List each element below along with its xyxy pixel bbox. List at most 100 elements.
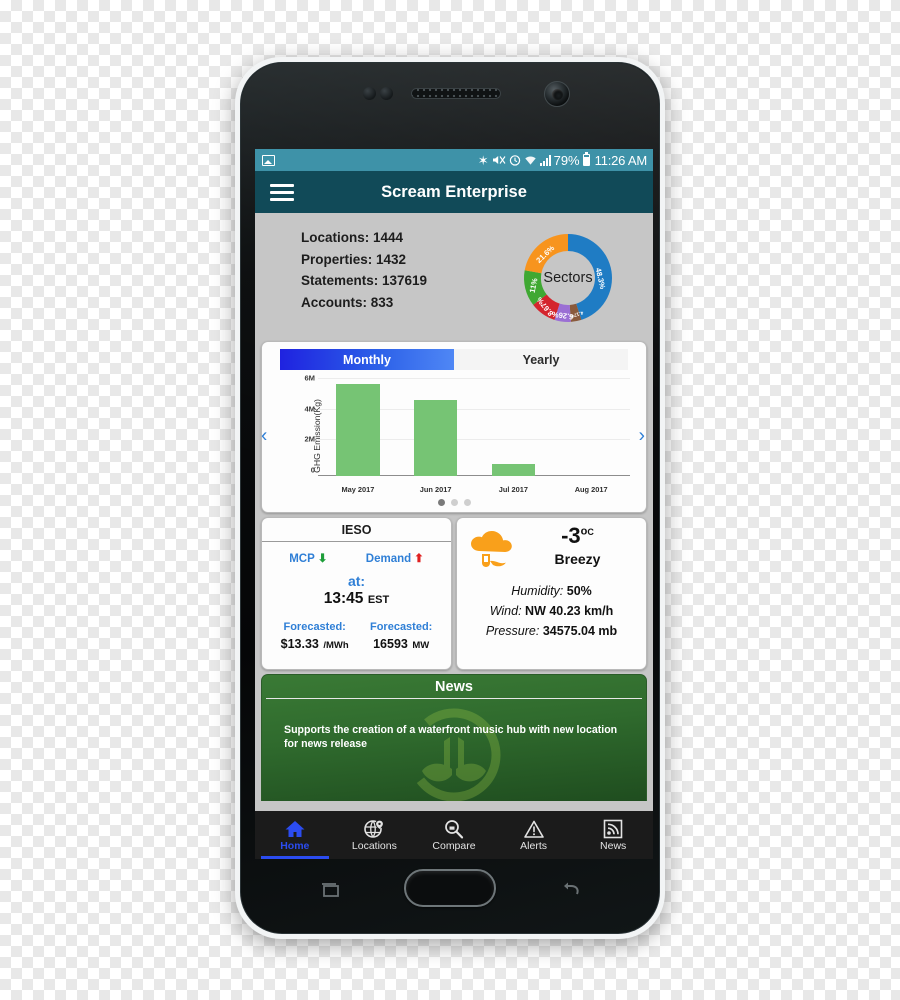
hamburger-line	[270, 190, 294, 194]
forecast-demand: Forecasted: 16593 MW	[370, 621, 432, 653]
x-label-may: May 2017	[341, 485, 375, 494]
bar-column-aug[interactable]	[552, 378, 630, 476]
status-left	[262, 154, 275, 166]
rss-icon	[603, 819, 623, 838]
hamburger-menu-icon[interactable]	[270, 180, 294, 205]
up-arrow-icon: ⬆	[414, 553, 424, 565]
bottom-navigation-bar: Home Locations Compare Alerts News	[255, 811, 653, 859]
page-title: Scream Enterprise	[381, 182, 527, 201]
x-label-aug: Aug 2017	[574, 485, 608, 494]
y-tick-0: 0	[310, 465, 315, 475]
nav-item-compare[interactable]: Compare	[414, 811, 494, 859]
down-arrow-icon: ⬇	[317, 553, 328, 565]
weather-readout: -3oC Breezy	[517, 523, 638, 568]
hamburger-line	[270, 183, 294, 187]
home-button[interactable]	[404, 869, 496, 907]
light-sensor-icon	[380, 87, 393, 100]
summary-stats-list: Locations: 1444 Properties: 1432 Stateme…	[255, 227, 427, 313]
app-bar: Scream Enterprise	[255, 171, 653, 213]
phone-device: ✶ 79% 11:26 AM Scream Enterprise Locatio…	[235, 57, 665, 939]
carousel-dot-3[interactable]	[463, 499, 471, 506]
carousel-next-arrow[interactable]: ›	[639, 427, 645, 446]
image-icon	[262, 154, 275, 166]
weather-temperature: -3oC	[561, 523, 594, 548]
signal-icon	[539, 154, 551, 166]
nav-label-home: Home	[280, 839, 310, 852]
phone-screen: ✶ 79% 11:26 AM Scream Enterprise Locatio…	[255, 149, 653, 859]
y-tick-4M: 4M	[304, 404, 315, 414]
magnifier-icon	[445, 819, 464, 838]
forecast-demand-value: 16593 MW	[373, 637, 430, 651]
stat-accounts: Accounts: 833	[301, 294, 394, 310]
bar-jul-2017	[491, 463, 536, 476]
nav-label-compare: Compare	[432, 839, 476, 852]
ghg-chart-card: Monthly Yearly GHG Emission(Kg) 0 2M 4M …	[261, 341, 647, 513]
news-body-text: Supports the creation of a waterfront mu…	[284, 724, 618, 750]
stat-statements: Statements: 137619	[301, 273, 428, 288]
nav-item-home[interactable]: Home	[255, 811, 335, 859]
bar-series	[319, 378, 630, 476]
stat-locations: Locations: 1444	[301, 230, 404, 245]
sectors-donut-chart[interactable]: 48.3% 21.6% 11% 8.67% 6.26% 4.17% Sector…	[513, 223, 623, 333]
front-camera-icon	[544, 81, 570, 107]
bar-column-jul[interactable]	[475, 378, 553, 476]
wifi-icon	[524, 155, 536, 165]
y-tick-2M: 2M	[304, 434, 315, 444]
home-icon	[285, 820, 305, 837]
stat-properties: Properties: 1432	[301, 251, 407, 267]
nav-item-news[interactable]: News	[573, 811, 653, 859]
weather-condition: Breezy	[554, 551, 601, 567]
carousel-dot-1[interactable]	[437, 499, 445, 506]
nav-item-locations[interactable]: Locations	[335, 811, 415, 859]
carousel-dots	[268, 499, 640, 506]
phone-body: ✶ 79% 11:26 AM Scream Enterprise Locatio…	[240, 62, 660, 934]
carousel-dot-2[interactable]	[450, 499, 458, 506]
clock-time: 11:26 AM	[594, 152, 648, 168]
recent-apps-icon[interactable]	[317, 880, 343, 905]
alarm-icon	[509, 155, 520, 166]
chart-period-tabs: Monthly Yearly	[280, 349, 628, 370]
weather-top: -3oC Breezy	[465, 525, 638, 578]
news-card[interactable]: News Supports the creation of a waterfro…	[261, 674, 647, 801]
nav-label-alerts: Alerts	[520, 839, 547, 852]
nav-item-alerts[interactable]: Alerts	[494, 811, 574, 859]
tab-monthly[interactable]: Monthly	[280, 349, 454, 370]
bar-jun-2017	[413, 400, 458, 476]
forecast-price-value: $13.33 /MWh	[280, 637, 349, 651]
x-label-jul: Jul 2017	[498, 485, 528, 494]
ieso-time: 13:45 EST	[270, 590, 443, 608]
ieso-forecast-row: Forecasted: $13.33 /MWh Forecasted: 1659…	[270, 621, 443, 653]
carousel-prev-arrow[interactable]: ‹	[261, 427, 267, 446]
ieso-title: IESO	[341, 523, 372, 537]
battery-percent: 79%	[553, 152, 580, 168]
battery-icon	[582, 152, 590, 166]
news-title: News	[435, 679, 473, 695]
ieso-metrics-row: MCP ⬇ Demand ⬆	[270, 551, 443, 565]
hamburger-line	[270, 197, 294, 201]
divider	[262, 541, 451, 542]
forecast-demand-label: Forecasted:	[369, 621, 433, 633]
bar-column-may[interactable]	[319, 378, 397, 476]
forecast-price-label: Forecasted:	[283, 621, 346, 633]
mid-row: IESO MCP ⬇ Demand ⬆ at: 13:45 EST Forecast…	[261, 517, 647, 670]
windy-cloud-icon	[465, 527, 521, 578]
weather-card[interactable]: -3oC Breezy Humidity: 50% Wind: NW 40.23…	[456, 517, 647, 670]
tab-yearly[interactable]: Yearly	[454, 349, 628, 370]
mcp-label: MCP ⬇	[289, 553, 328, 565]
ghg-bar-chart: GHG Emission(Kg) 0 2M 4M 6M May 2017 Jun…	[261, 374, 645, 496]
mute-icon	[492, 156, 506, 164]
nav-label-news: News	[600, 839, 627, 852]
bar-column-jun[interactable]	[397, 378, 475, 476]
ieso-at-label: at:	[347, 573, 366, 589]
nav-label-locations: Locations	[351, 839, 397, 852]
ieso-card[interactable]: IESO MCP ⬇ Demand ⬆ at: 13:45 EST Forecast…	[261, 517, 452, 670]
summary-panel: Locations: 1444 Properties: 1432 Stateme…	[255, 213, 653, 338]
back-arrow-icon[interactable]	[557, 880, 583, 905]
weather-humidity: Humidity: 50%	[511, 584, 592, 598]
ieso-time-value: 13:45	[323, 590, 364, 607]
bluetooth-icon: ✶	[477, 152, 489, 168]
weather-pressure: Pressure: 34575.04 mb	[485, 624, 618, 638]
bar-may-2017	[336, 384, 380, 476]
plot-area: 0 2M 4M 6M	[298, 374, 630, 476]
status-right: ✶ 79% 11:26 AM	[477, 152, 648, 168]
